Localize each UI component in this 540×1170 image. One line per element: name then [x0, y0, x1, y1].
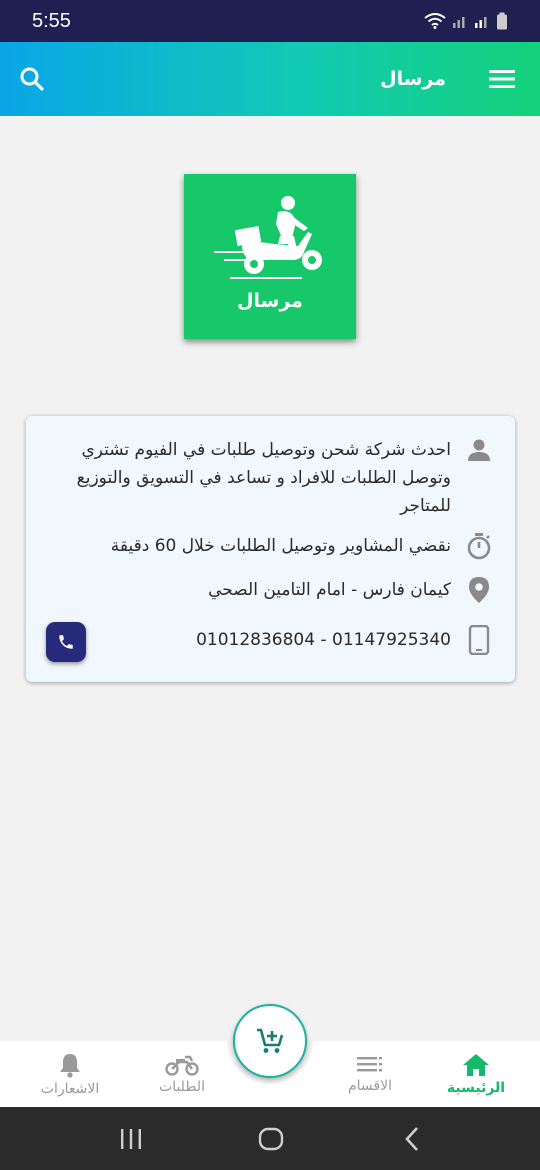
bell-icon [60, 1053, 80, 1078]
back-chevron-icon [405, 1127, 418, 1151]
delivery-time-text: نقضي المشاوير وتوصيل الطلبات خلال 60 دقي… [110, 536, 451, 556]
motorcycle-icon [165, 1055, 199, 1076]
brand-logo: مرسال [184, 174, 356, 339]
delivery-time-row: نقضي المشاوير وتوصيل الطلبات خلال 60 دقي… [46, 532, 493, 560]
info-card: احدث شركة شحن وتوصيل طلبات في الفيوم تشت… [26, 416, 515, 682]
search-button[interactable] [16, 63, 48, 95]
location-pin-icon [465, 576, 493, 604]
recent-apps-button[interactable] [111, 1123, 151, 1155]
page-title: مرسال [380, 68, 446, 90]
system-navigation-bar [0, 1107, 540, 1170]
nav-categories-label: الاقسام [348, 1077, 392, 1094]
hamburger-menu-icon [489, 70, 515, 88]
nav-notifications-label: الاشعارات [40, 1080, 100, 1097]
description-row: احدث شركة شحن وتوصيل طلبات في الفيوم تشت… [46, 436, 493, 520]
home-circle-icon [258, 1127, 284, 1151]
status-bar: 5:55 [0, 0, 540, 42]
recent-apps-icon [121, 1129, 141, 1149]
delivery-scooter-icon [214, 196, 322, 279]
call-button[interactable] [46, 622, 86, 662]
nav-categories[interactable]: الاقسام [315, 1041, 425, 1107]
categories-icon [357, 1056, 382, 1071]
person-icon [465, 436, 493, 464]
logo-text: مرسال [237, 290, 303, 312]
nav-orders[interactable]: الطلبات [127, 1041, 237, 1107]
nav-home-label: الرئيسية [446, 1079, 506, 1096]
address-text: كيمان فارس - امام التامين الصحي [208, 580, 451, 600]
home-system-button[interactable] [251, 1123, 291, 1155]
phone-call-icon [59, 635, 73, 649]
menu-button[interactable] [486, 63, 518, 95]
app-title-wrap: مرسال [48, 68, 486, 90]
phone-row: 01147925340 - 01012836804 [46, 625, 493, 655]
description-text: احدث شركة شحن وتوصيل طلبات في الفيوم تشت… [76, 440, 451, 516]
add-to-cart-icon [257, 1028, 284, 1053]
wifi-icon [424, 13, 446, 29]
signal-icon-2 [475, 17, 487, 28]
address-row: كيمان فارس - امام التامين الصحي [46, 576, 493, 604]
nav-orders-label: الطلبات [159, 1078, 205, 1095]
nav-notifications[interactable]: الاشعارات [15, 1041, 125, 1107]
battery-icon [497, 12, 507, 30]
status-time: 5:55 [32, 9, 71, 32]
home-icon [463, 1053, 489, 1076]
app-bar: مرسال [0, 42, 540, 116]
add-to-cart-button[interactable] [233, 1004, 307, 1078]
search-icon [20, 67, 44, 91]
phone-numbers-text[interactable]: 01147925340 - 01012836804 [46, 626, 451, 654]
nav-home[interactable]: الرئيسية [421, 1041, 531, 1107]
signal-icon [453, 17, 465, 28]
mobile-phone-icon [465, 625, 493, 655]
back-button[interactable] [392, 1123, 432, 1155]
timer-icon [465, 532, 493, 560]
status-icons [424, 12, 508, 30]
